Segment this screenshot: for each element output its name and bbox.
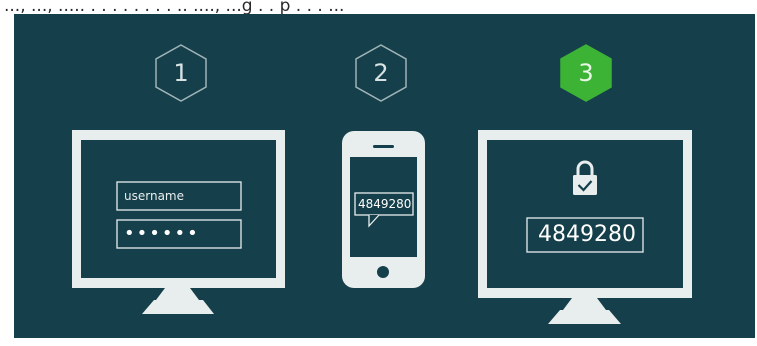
- password-mask: ••••••: [124, 223, 200, 244]
- username-placeholder: username: [124, 189, 184, 203]
- verification-code-text: 4849280: [538, 222, 636, 247]
- step-3-number: 3: [578, 59, 594, 87]
- step-1-number: 1: [173, 59, 189, 87]
- illustration-graphics: [72, 44, 692, 324]
- step-2-number: 2: [373, 59, 389, 87]
- sms-code-text: 4849280: [358, 197, 412, 211]
- login-monitor-icon: [72, 130, 285, 314]
